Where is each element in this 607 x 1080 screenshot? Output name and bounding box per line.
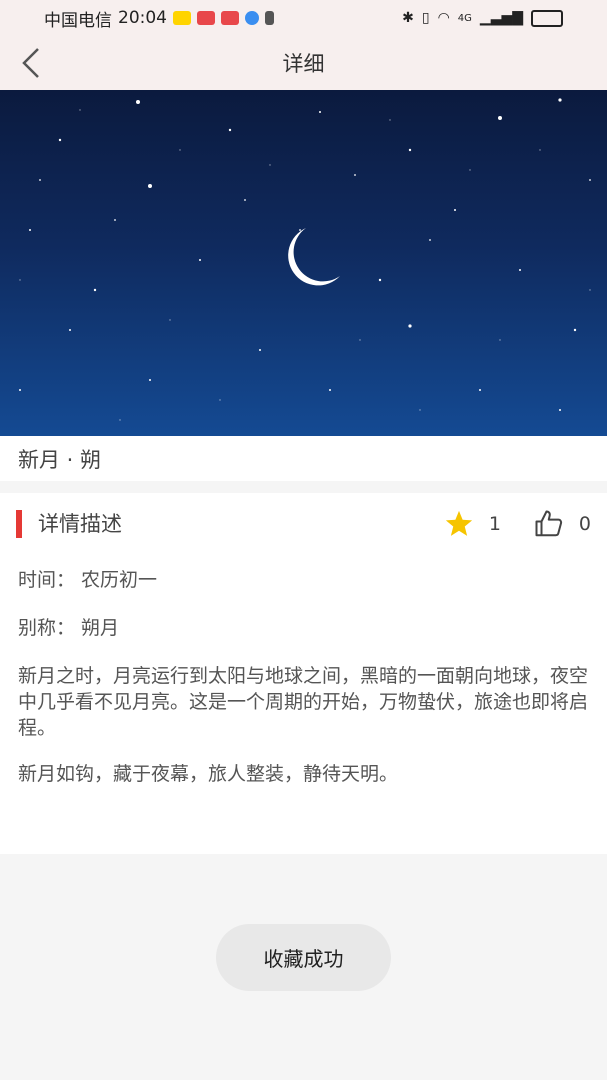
alias-line: 别称： 朔月 bbox=[18, 617, 120, 639]
crescent-moon-icon bbox=[288, 228, 340, 286]
time-line: 时间： 农历初一 bbox=[18, 569, 158, 591]
like-count: 0 bbox=[578, 513, 591, 535]
notification-app-icon bbox=[221, 11, 239, 25]
verse-text: 新月如钩，藏于夜幕，旅人整装，静待天明。 bbox=[18, 763, 399, 785]
carrier-label: 中国电信 bbox=[44, 10, 112, 31]
status-left: 中国电信 20:04 bbox=[44, 6, 274, 31]
thumbs-up-icon bbox=[535, 510, 563, 537]
like-button[interactable]: 0 bbox=[533, 509, 591, 539]
vibrate-icon: ▯ bbox=[421, 10, 430, 26]
status-bar: 中国电信 20:04 ✱ ▯ ◠ 4G ▁▃▅▇ bbox=[0, 0, 607, 36]
clock: 20:04 bbox=[118, 8, 167, 28]
status-right: ✱ ▯ ◠ 4G ▁▃▅▇ bbox=[402, 9, 563, 27]
shield-icon bbox=[245, 11, 259, 25]
moon-phase-image bbox=[0, 90, 607, 436]
description-text: 新月之时，月亮运行到太阳与地球之间，黑暗的一面朝向地球，夜空中几乎看不见月亮。这… bbox=[18, 665, 589, 739]
section-header: 详情描述 1 0 bbox=[0, 509, 607, 539]
favorite-count: 1 bbox=[488, 513, 501, 535]
battery-icon bbox=[531, 9, 563, 27]
moon-phase-name: 新月 · 朔 bbox=[0, 436, 607, 481]
bluetooth-icon: ✱ bbox=[402, 10, 414, 26]
toast-message: 收藏成功 bbox=[216, 924, 391, 991]
battery-alert-icon bbox=[265, 11, 274, 25]
back-button[interactable] bbox=[14, 46, 48, 80]
chevron-left-icon bbox=[22, 48, 39, 78]
star-icon bbox=[445, 510, 472, 536]
notification-app-icon bbox=[173, 11, 191, 25]
detail-panel: 详情描述 1 0 时间： 农历初一 别称： 朔月 新月之时，月亮运行到太阳与地球… bbox=[0, 493, 607, 854]
section-title: 详情描述 bbox=[38, 512, 122, 536]
section-accent-bar bbox=[16, 510, 22, 538]
network-type-label: 4G bbox=[457, 12, 472, 24]
top-nav-bar: 详细 bbox=[0, 36, 607, 90]
notification-app-icon bbox=[197, 11, 215, 25]
signal-icon: ▁▃▅▇ bbox=[479, 10, 523, 26]
page-title: 详细 bbox=[282, 52, 325, 76]
night-sky-illustration bbox=[19, 98, 591, 421]
stats-group: 1 0 bbox=[443, 509, 591, 539]
favorite-button[interactable]: 1 bbox=[443, 509, 501, 539]
wifi-icon: ◠ bbox=[437, 10, 450, 26]
